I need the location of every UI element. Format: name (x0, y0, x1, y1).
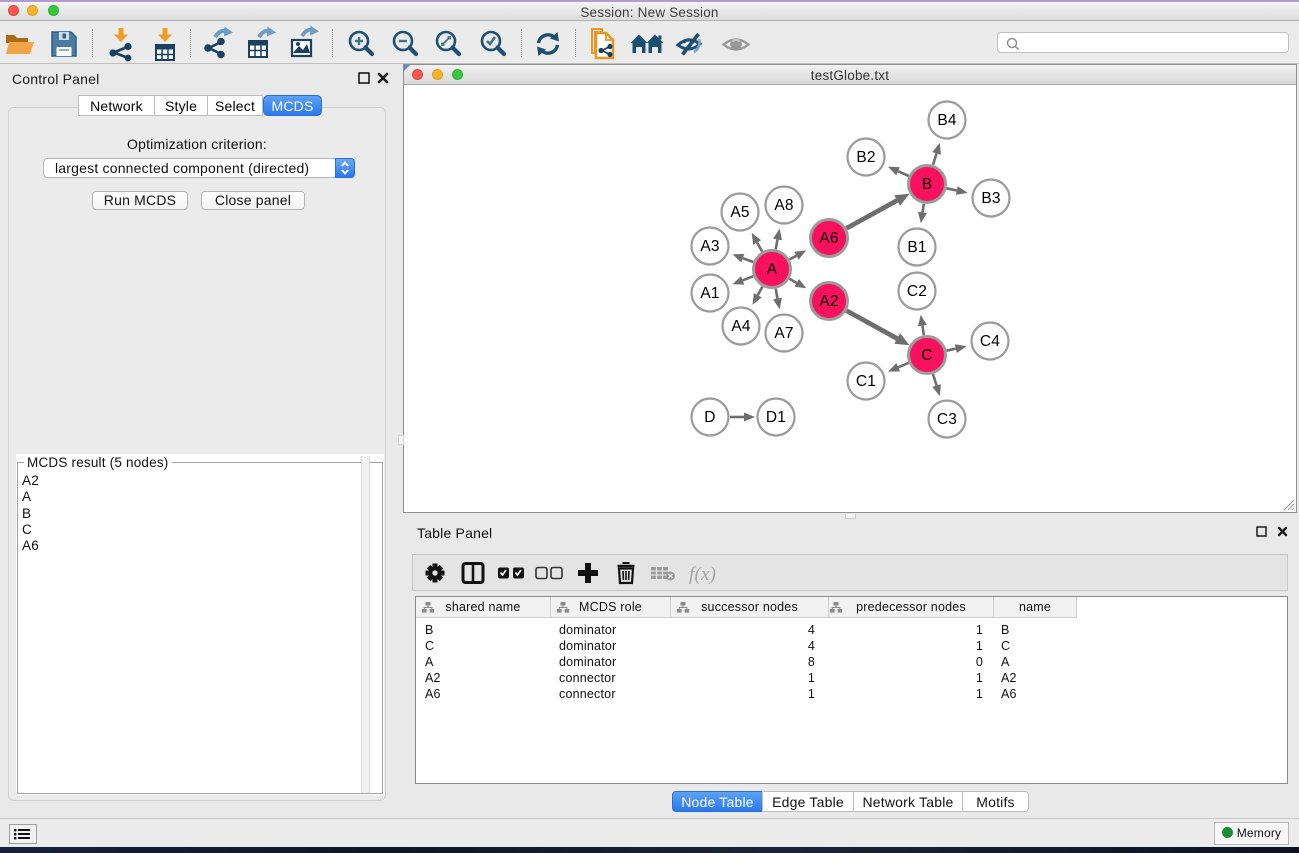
svg-text:C: C (921, 347, 932, 364)
svg-text:A7: A7 (774, 325, 793, 342)
svg-text:A8: A8 (774, 197, 793, 214)
svg-text:B2: B2 (856, 149, 875, 166)
svg-text:C3: C3 (937, 411, 957, 428)
svg-text:B1: B1 (907, 239, 926, 256)
svg-text:D1: D1 (766, 409, 786, 426)
svg-text:A1: A1 (700, 285, 719, 302)
svg-text:A4: A4 (731, 318, 751, 335)
svg-text:C1: C1 (856, 373, 876, 390)
svg-text:f(x): f(x) (689, 564, 716, 585)
svg-text:C4: C4 (980, 333, 1000, 350)
svg-text:B3: B3 (981, 190, 1000, 207)
svg-text:B: B (922, 176, 933, 193)
svg-text:A3: A3 (700, 238, 719, 255)
svg-text:A6: A6 (819, 230, 838, 247)
svg-text:D: D (704, 409, 715, 426)
svg-text:A: A (767, 261, 778, 278)
svg-text:C2: C2 (907, 283, 927, 300)
svg-text:A2: A2 (819, 293, 838, 310)
svg-text:B4: B4 (937, 112, 957, 129)
svg-text:A5: A5 (730, 204, 749, 221)
